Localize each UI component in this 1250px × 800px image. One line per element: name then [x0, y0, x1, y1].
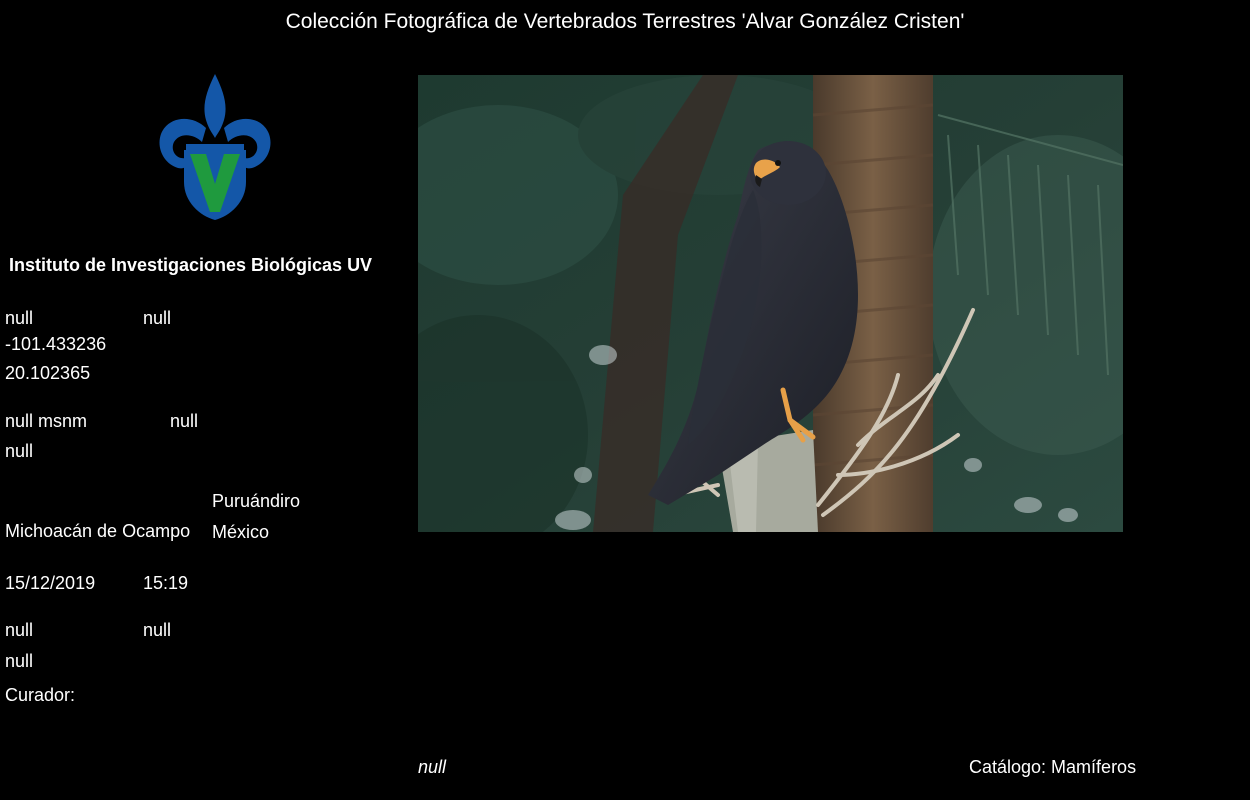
- record-field-e: null: [5, 620, 34, 640]
- fleur-de-lis-v-logo-icon: [156, 72, 274, 222]
- time-value: 15:19: [143, 573, 189, 593]
- curator-label: Curador:: [5, 685, 76, 705]
- record-field-d: null: [5, 441, 34, 461]
- record-field-c: null: [170, 411, 199, 431]
- country-value: México: [212, 522, 270, 542]
- state-value: Michoacán de Ocampo: [5, 521, 191, 541]
- altitude-value: null msnm: [5, 411, 88, 431]
- record-field-f: null: [143, 620, 172, 640]
- specimen-photo: [418, 75, 1123, 532]
- page-title: Colección Fotográfica de Vertebrados Ter…: [285, 10, 965, 33]
- record-field-b: null: [143, 308, 172, 328]
- record-field-a: null: [5, 308, 34, 328]
- municipality-value: Puruándiro: [212, 491, 301, 511]
- date-value: 15/12/2019: [5, 573, 96, 593]
- institute-name: Instituto de Investigaciones Biológicas …: [9, 255, 373, 275]
- catalog-label: Catálogo: Mamíferos: [969, 757, 1137, 777]
- longitude-value: -101.433236: [5, 334, 107, 354]
- record-field-g: null: [5, 651, 34, 671]
- photo-caption: null: [418, 757, 447, 777]
- latitude-value: 20.102365: [5, 363, 91, 383]
